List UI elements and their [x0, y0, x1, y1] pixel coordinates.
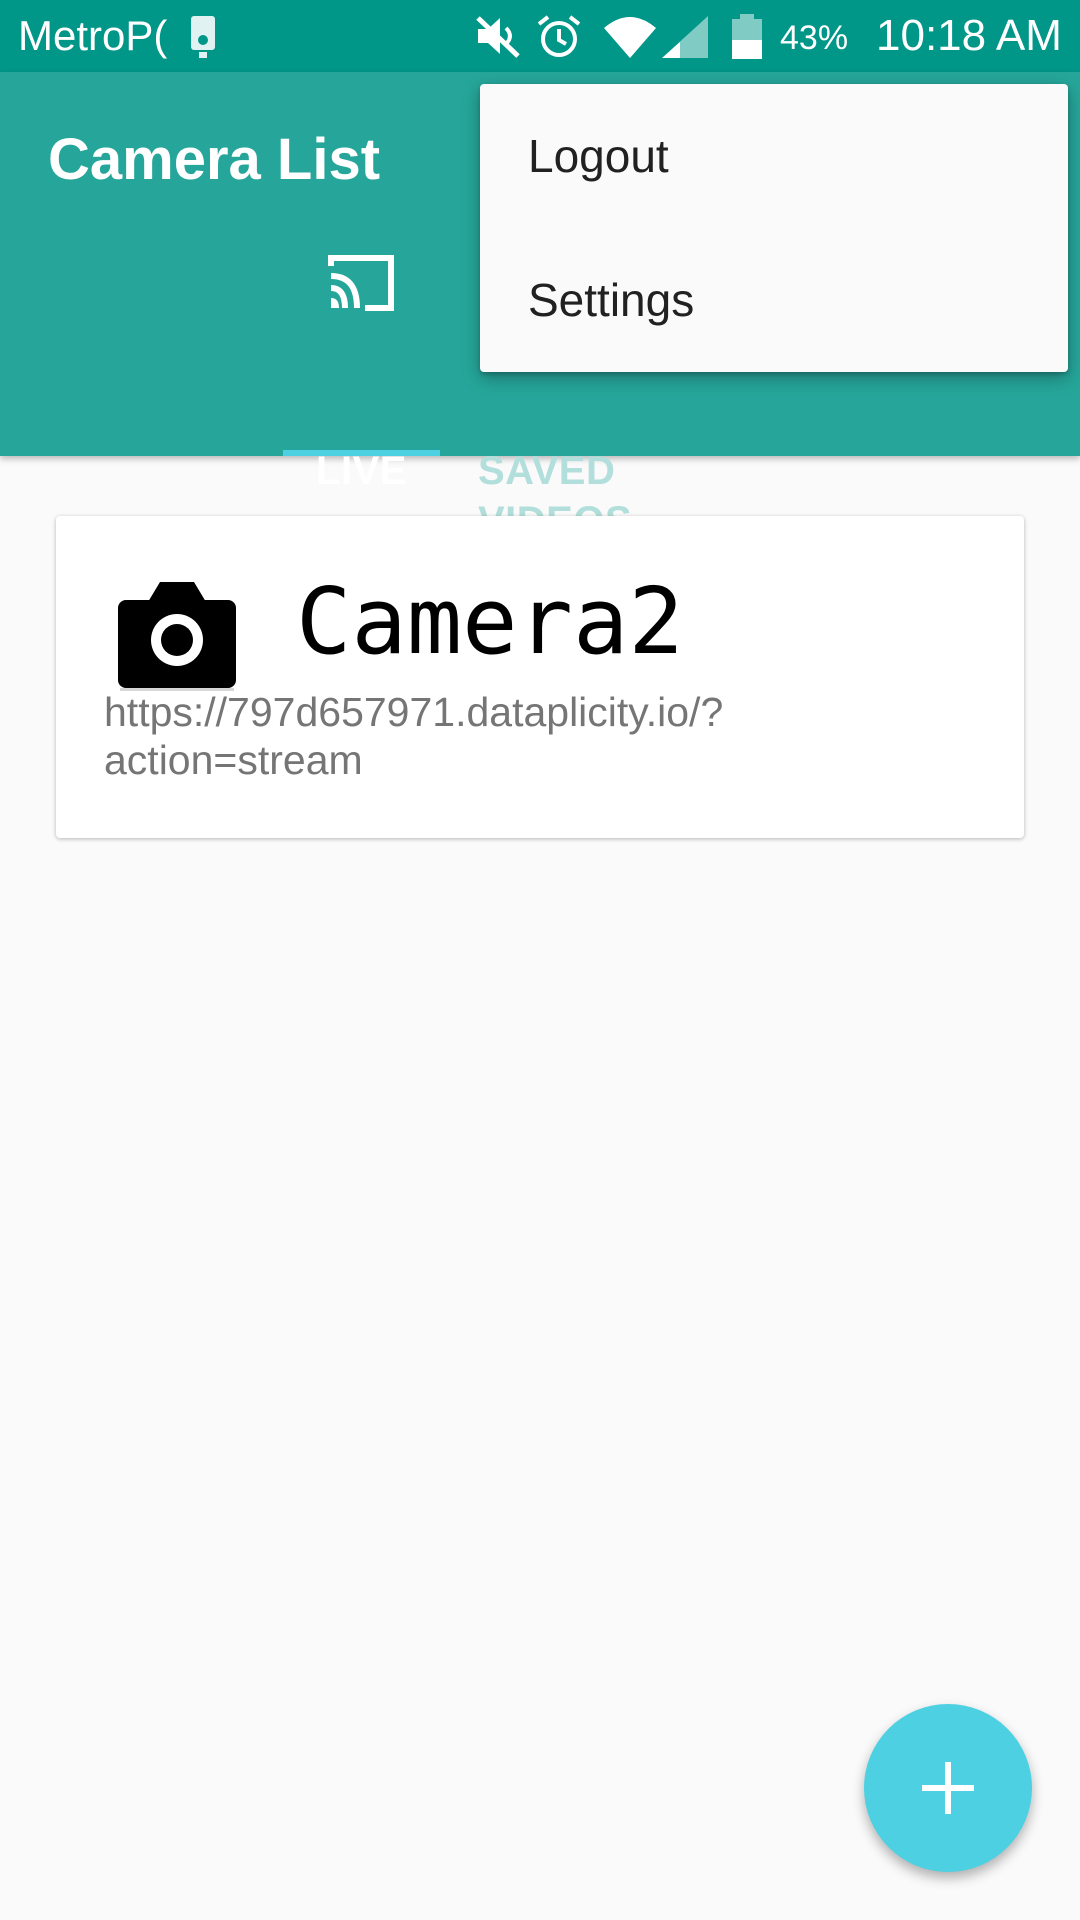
- tab-indicator: [283, 450, 440, 456]
- menu-item-label: Settings: [528, 274, 695, 326]
- add-camera-button[interactable]: [864, 1704, 1032, 1872]
- overflow-menu: Logout Settings: [480, 84, 1068, 372]
- cell-signal-icon: [660, 14, 712, 65]
- clock: 10:18 AM: [876, 11, 1062, 60]
- cast-icon: [325, 252, 397, 319]
- camera-card[interactable]: Camera2 https://797d657971.dataplicity.i…: [56, 516, 1024, 838]
- battery-percent: 43%: [780, 19, 849, 57]
- carrier-name: MetroP(: [18, 12, 168, 59]
- wifi-icon: [602, 14, 658, 65]
- mute-icon: [474, 14, 522, 63]
- page-title: Camera List: [48, 127, 381, 192]
- voicemail-icon: [188, 14, 218, 65]
- status-bar: MetroP(43% 10:18 AM: [0, 0, 1080, 72]
- add-icon: [922, 1762, 974, 1814]
- alarm-icon: [536, 14, 582, 65]
- camera-icon: [118, 580, 236, 697]
- battery-icon: [730, 14, 764, 65]
- tab-live[interactable]: LIVE: [283, 252, 440, 493]
- menu-item-label: Logout: [528, 130, 669, 182]
- camera-url: https://797d657971.dataplicity.io/?actio…: [104, 689, 724, 783]
- menu-item-logout[interactable]: Logout: [480, 84, 1068, 228]
- camera-name: Camera2: [296, 568, 684, 675]
- menu-item-settings[interactable]: Settings: [480, 228, 1068, 372]
